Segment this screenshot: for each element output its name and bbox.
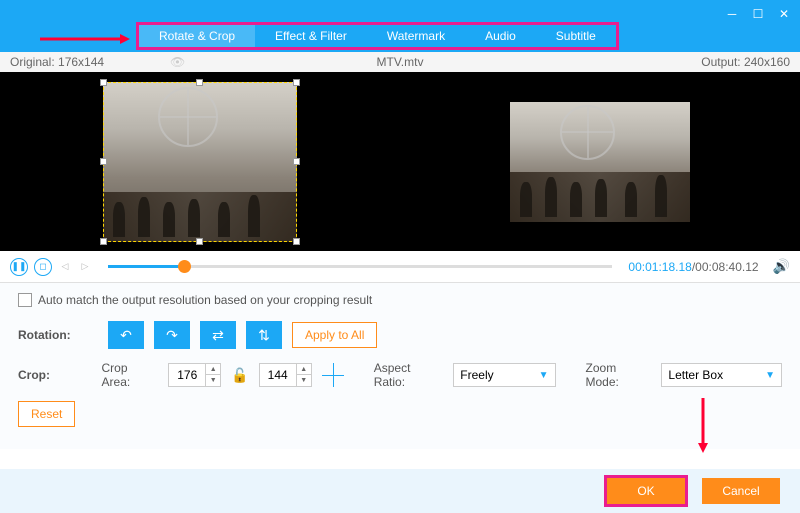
- filename-label: MTV.mtv: [377, 55, 424, 69]
- seek-slider[interactable]: [108, 265, 612, 268]
- volume-icon[interactable]: 🔊: [773, 258, 790, 275]
- crop-height-field[interactable]: [260, 368, 296, 382]
- stop-button[interactable]: ◻: [34, 258, 52, 276]
- output-resolution-label: Output: 240x160: [701, 55, 790, 69]
- annotation-arrow-tabs: [40, 33, 130, 45]
- tab-effect-filter[interactable]: Effect & Filter: [255, 25, 367, 47]
- preview-area: [0, 72, 800, 251]
- prev-frame-button[interactable]: ◁: [58, 260, 72, 274]
- original-resolution-label: Original: 176x144: [10, 55, 104, 69]
- cancel-button[interactable]: Cancel: [702, 478, 780, 504]
- aspect-ratio-value: Freely: [460, 368, 493, 382]
- crop-width-field[interactable]: [169, 368, 205, 382]
- flip-horizontal-button[interactable]: ⇄: [200, 321, 236, 349]
- lock-aspect-icon[interactable]: 🔓: [231, 367, 248, 384]
- next-frame-button[interactable]: ▷: [78, 260, 92, 274]
- crop-handle-tl[interactable]: [100, 79, 107, 86]
- original-preview[interactable]: [0, 72, 400, 251]
- maximize-icon[interactable]: ☐: [750, 6, 766, 22]
- video-frame-output: [510, 102, 690, 222]
- crop-handle-tr[interactable]: [293, 79, 300, 86]
- auto-match-checkbox[interactable]: [18, 293, 32, 307]
- flip-vertical-button[interactable]: ⇅: [246, 321, 282, 349]
- rotation-label: Rotation:: [18, 328, 98, 342]
- apply-to-all-button[interactable]: Apply to All: [292, 322, 377, 348]
- crop-area-label: Crop Area:: [102, 361, 155, 389]
- zoom-mode-select[interactable]: Letter Box ▼: [661, 363, 782, 387]
- tab-subtitle[interactable]: Subtitle: [536, 25, 616, 47]
- close-icon[interactable]: ✕: [776, 6, 792, 22]
- chevron-down-icon: ▼: [765, 370, 775, 381]
- tab-watermark[interactable]: Watermark: [367, 25, 465, 47]
- crop-height-up[interactable]: ▲: [297, 364, 311, 375]
- rotate-left-button[interactable]: ↶: [108, 321, 144, 349]
- info-bar: Original: 176x144 👁 MTV.mtv Output: 240x…: [0, 52, 800, 72]
- crop-handle-b[interactable]: [196, 238, 203, 245]
- current-time: 00:01:18.18: [628, 260, 691, 274]
- playback-bar: ❚❚ ◻ ◁ ▷ 00:01:18.18/00:08:40.12 🔊: [0, 251, 800, 283]
- tab-rotate-crop[interactable]: Rotate & Crop: [139, 25, 255, 47]
- aspect-ratio-select[interactable]: Freely ▼: [453, 363, 555, 387]
- titlebar: ─ ☐ ✕ Rotate & Crop Effect & Filter Wate…: [0, 0, 800, 52]
- rotate-right-button[interactable]: ↷: [154, 321, 190, 349]
- crop-handle-br[interactable]: [293, 238, 300, 245]
- reset-button[interactable]: Reset: [18, 401, 75, 427]
- tab-audio[interactable]: Audio: [465, 25, 536, 47]
- seek-thumb[interactable]: [178, 260, 191, 273]
- preview-toggle-icon[interactable]: 👁: [170, 55, 185, 69]
- crop-handle-l[interactable]: [100, 158, 107, 165]
- crop-height-input[interactable]: ▲▼: [259, 363, 312, 387]
- total-duration: /00:08:40.12: [692, 260, 759, 274]
- output-preview: [400, 72, 800, 251]
- position-picker-icon[interactable]: [322, 363, 344, 387]
- ok-button[interactable]: OK: [604, 475, 688, 507]
- annotation-arrow-ok: [696, 398, 710, 453]
- crop-handle-bl[interactable]: [100, 238, 107, 245]
- crop-selection-box[interactable]: [103, 82, 297, 242]
- chevron-down-icon: ▼: [539, 370, 549, 381]
- crop-width-input[interactable]: ▲▼: [168, 363, 221, 387]
- footer-bar: OK Cancel: [0, 469, 800, 513]
- crop-handle-t[interactable]: [196, 79, 203, 86]
- crop-width-up[interactable]: ▲: [206, 364, 220, 375]
- zoom-mode-label: Zoom Mode:: [586, 361, 648, 389]
- crop-handle-r[interactable]: [293, 158, 300, 165]
- zoom-mode-value: Letter Box: [668, 368, 723, 382]
- aspect-ratio-label: Aspect Ratio:: [374, 361, 440, 389]
- crop-label: Crop:: [18, 368, 92, 382]
- crop-height-down[interactable]: ▼: [297, 375, 311, 386]
- minimize-icon[interactable]: ─: [724, 6, 740, 22]
- tabs-highlight-box: Rotate & Crop Effect & Filter Watermark …: [136, 22, 619, 50]
- settings-panel: Auto match the output resolution based o…: [0, 283, 800, 449]
- auto-match-label: Auto match the output resolution based o…: [38, 293, 372, 307]
- pause-button[interactable]: ❚❚: [10, 258, 28, 276]
- crop-width-down[interactable]: ▼: [206, 375, 220, 386]
